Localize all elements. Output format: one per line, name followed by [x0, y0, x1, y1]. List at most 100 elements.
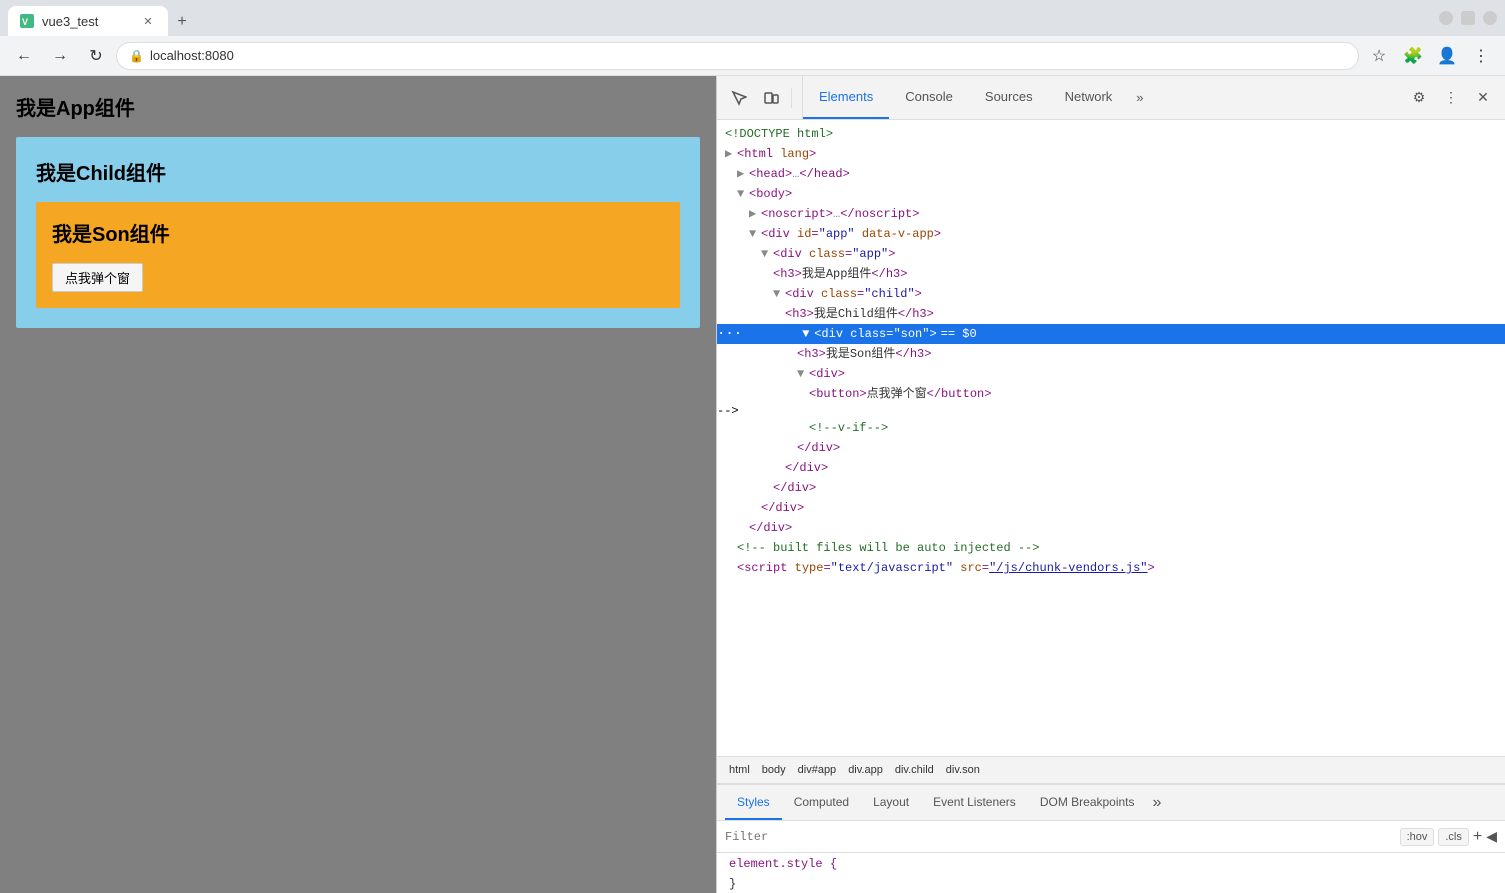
dom-line[interactable]: </div>	[717, 518, 1505, 538]
dom-line[interactable]: ▼ <div class="app" >	[717, 244, 1505, 264]
toggle-child[interactable]: ▼	[773, 285, 785, 303]
forward-button[interactable]: →	[44, 40, 76, 72]
devtools-close-button[interactable]: ✕	[1469, 84, 1497, 112]
dom-line[interactable]: <h3> 我是Son组件 </h3>	[717, 344, 1505, 364]
tab-layout[interactable]: Layout	[861, 785, 921, 820]
dom-line[interactable]: ▼ <div id="app" data-v-app >	[717, 224, 1505, 244]
dots: …	[792, 165, 799, 183]
html-attr: lang	[780, 145, 809, 163]
dom-line[interactable]: <!--v-if-->	[717, 418, 1505, 438]
dom-line[interactable]: <h3> 我是Child组件 </h3>	[717, 304, 1505, 324]
toggle-div[interactable]: ▼	[797, 365, 809, 383]
address-bar[interactable]: 🔒 localhost:8080	[116, 42, 1359, 70]
close-button[interactable]	[1483, 11, 1497, 25]
dom-line[interactable]: <h3> 我是App组件 </h3>	[717, 264, 1505, 284]
toggle-html[interactable]: ▶	[725, 145, 737, 163]
dom-line-selected[interactable]: ··· ▼ <div class="son" > == $0	[717, 324, 1505, 344]
tag-close-selected: >	[929, 325, 936, 343]
add-rule-button[interactable]: +	[1473, 828, 1482, 846]
more-menu-button[interactable]: ⋮	[1465, 40, 1497, 72]
bottom-panel: Styles Computed Layout Event Listeners D…	[717, 784, 1505, 893]
filter-actions: :hov .cls + ◀	[1400, 828, 1497, 846]
dom-line[interactable]: <button> 点我弹个窗 </button>	[717, 384, 1505, 404]
son-heading: 我是Son组件	[52, 218, 664, 247]
toggle-son[interactable]: ▼	[802, 325, 814, 343]
toggle-head[interactable]: ▶	[737, 165, 749, 183]
extensions-button[interactable]: 🧩	[1397, 40, 1429, 72]
more-tabs-button[interactable]: »	[1128, 76, 1151, 119]
dom-line[interactable]: <!DOCTYPE html>	[717, 124, 1505, 144]
tab-sources[interactable]: Sources	[969, 76, 1049, 119]
div-close: </div>	[785, 459, 828, 477]
doctype-text: <!DOCTYPE html>	[725, 125, 833, 143]
devtools-more-button[interactable]: ⋮	[1437, 84, 1465, 112]
breadcrumb-divson[interactable]: div.son	[942, 762, 984, 778]
noscript-tag: <noscript>	[761, 205, 833, 223]
tab-dom-breakpoints[interactable]: DOM Breakpoints	[1028, 785, 1147, 820]
dom-line[interactable]: ▶ <head> … </head>	[717, 164, 1505, 184]
dom-line[interactable]: ▼ <div>	[717, 364, 1505, 384]
more-bottom-tabs[interactable]: »	[1147, 785, 1168, 820]
nav-bar: ← → ↻ 🔒 localhost:8080 ☆ 🧩 👤 ⋮	[0, 36, 1505, 76]
sidebar-toggle-button[interactable]: ◀	[1486, 828, 1497, 845]
html-tag: <html	[737, 145, 773, 163]
tab-styles[interactable]: Styles	[725, 785, 782, 820]
popup-button[interactable]: 点我弹个窗	[52, 263, 143, 292]
dom-line[interactable]: ▼ <body>	[717, 184, 1505, 204]
breadcrumb-divchild[interactable]: div.child	[891, 762, 938, 778]
bookmark-button[interactable]: ☆	[1363, 40, 1395, 72]
toggle-body[interactable]: ▼	[737, 185, 749, 203]
toggle-div-app[interactable]: ▼	[749, 225, 761, 243]
reload-button[interactable]: ↻	[80, 40, 112, 72]
filter-input[interactable]	[725, 830, 1392, 844]
button-close: </button>	[927, 385, 992, 403]
attr-src-val: "/js/chunk-vendors.js"	[989, 559, 1147, 577]
devtools-controls	[717, 76, 803, 119]
dom-line[interactable]: </div>	[717, 478, 1505, 498]
h3-text: 我是App组件	[802, 265, 872, 283]
tag-close: >	[934, 225, 941, 243]
child-container: 我是Child组件 我是Son组件 点我弹个窗	[16, 137, 700, 328]
breadcrumb-html[interactable]: html	[725, 762, 754, 778]
dom-line[interactable]: </div>	[717, 458, 1505, 478]
tag-close: >	[888, 245, 895, 263]
profile-button[interactable]: 👤	[1431, 40, 1463, 72]
dom-line[interactable]: </div>	[717, 438, 1505, 458]
tab-computed[interactable]: Computed	[782, 785, 861, 820]
dom-tree[interactable]: <!DOCTYPE html> ▶ <html lang > ▶	[717, 120, 1505, 756]
breadcrumb-divapp[interactable]: div#app	[794, 762, 841, 778]
dom-line[interactable]: ▼ <div class="child" >	[717, 284, 1505, 304]
new-tab-button[interactable]: +	[168, 8, 196, 36]
div-tag: <div	[773, 245, 802, 263]
cls-button[interactable]: .cls	[1438, 828, 1469, 846]
devtools-settings-button[interactable]: ⚙	[1405, 84, 1433, 112]
nav-actions: ☆ 🧩 👤 ⋮	[1363, 40, 1497, 72]
inspect-element-button[interactable]	[725, 84, 753, 112]
tab-close-button[interactable]: ✕	[140, 13, 156, 29]
device-toggle-button[interactable]	[757, 84, 785, 112]
url-display: localhost:8080	[150, 48, 234, 63]
breadcrumb-body[interactable]: body	[758, 762, 790, 778]
tab-elements[interactable]: Elements	[803, 76, 889, 119]
div-tag: <div	[785, 285, 814, 303]
tab-console[interactable]: Console	[889, 76, 969, 119]
dom-line[interactable]: </div>	[717, 498, 1505, 518]
breadcrumb-divappclass[interactable]: div.app	[844, 762, 887, 778]
dom-line[interactable]: ▶ <noscript> … </noscript>	[717, 204, 1505, 224]
toggle-div-app-class[interactable]: ▼	[761, 245, 773, 263]
tab-network[interactable]: Network	[1049, 76, 1129, 119]
attr-class: class	[809, 245, 845, 263]
dom-line[interactable]: ▶ <html lang >	[717, 144, 1505, 164]
hov-button[interactable]: :hov	[1400, 828, 1435, 846]
three-dots[interactable]: ···	[717, 325, 746, 343]
h3-text: 我是Son组件	[826, 345, 896, 363]
tab-event-listeners[interactable]: Event Listeners	[921, 785, 1028, 820]
toggle-noscript[interactable]: ▶	[749, 205, 761, 223]
back-button[interactable]: ←	[8, 40, 40, 72]
dom-line[interactable]: <!-- built files will be auto injected -…	[717, 538, 1505, 558]
maximize-button[interactable]	[1461, 11, 1475, 25]
minimize-button[interactable]	[1439, 11, 1453, 25]
style-selector: element.style {	[729, 857, 837, 871]
active-tab[interactable]: V vue3_test ✕	[8, 6, 168, 36]
dom-line[interactable]: <script type="text/javascript" src="/js/…	[717, 558, 1505, 578]
